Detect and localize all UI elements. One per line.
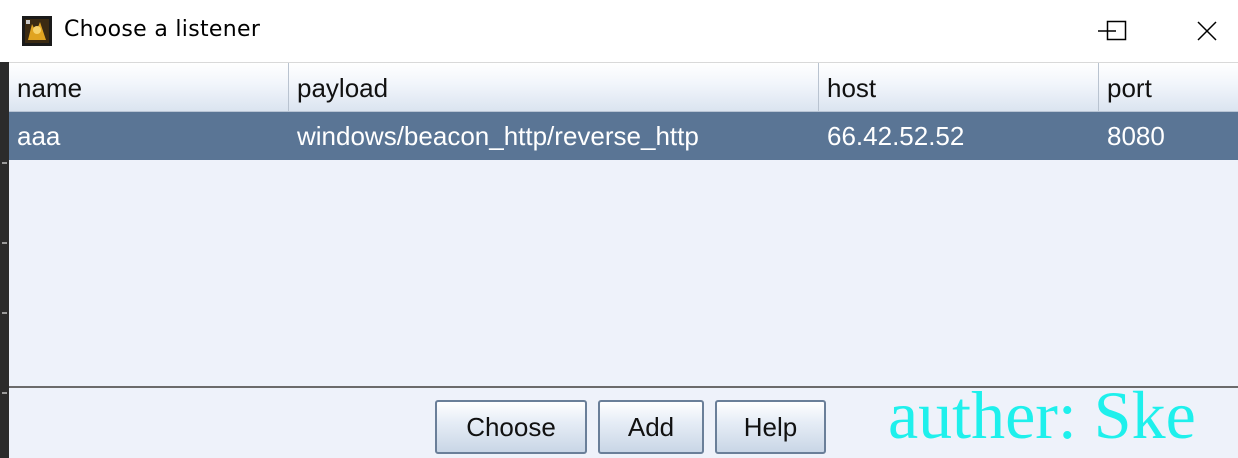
add-button[interactable]: Add: [598, 400, 704, 454]
cell-name: aaa: [17, 121, 61, 151]
choose-button[interactable]: Choose: [435, 400, 587, 454]
column-header-payload[interactable]: payload: [289, 63, 819, 111]
close-button[interactable]: [1162, 0, 1238, 62]
choose-listener-dialog: Choose a listener name payload host port…: [0, 0, 1238, 458]
author-watermark: auther: Ske: [888, 377, 1196, 453]
help-button[interactable]: Help: [715, 400, 826, 454]
table-header: name payload host port: [9, 63, 1238, 112]
table-row[interactable]: aaa windows/beacon_http/reverse_http 66.…: [9, 112, 1238, 160]
cell-host: 66.42.52.52: [827, 121, 965, 151]
listener-table[interactable]: name payload host port aaa windows/beaco…: [9, 63, 1238, 386]
window-title: Choose a listener: [64, 17, 261, 42]
cell-payload: windows/beacon_http/reverse_http: [297, 121, 699, 151]
column-header-host[interactable]: host: [819, 63, 1099, 111]
close-icon: [1197, 21, 1217, 41]
column-header-port[interactable]: port: [1099, 63, 1238, 111]
background-window-edge: [0, 62, 9, 458]
column-header-name[interactable]: name: [9, 63, 289, 111]
cell-port: 8080: [1107, 121, 1165, 151]
title-bar[interactable]: Choose a listener: [0, 0, 1238, 63]
maximize-icon: [1106, 20, 1127, 41]
app-icon: [22, 16, 52, 46]
maximize-button[interactable]: [1082, 0, 1172, 62]
